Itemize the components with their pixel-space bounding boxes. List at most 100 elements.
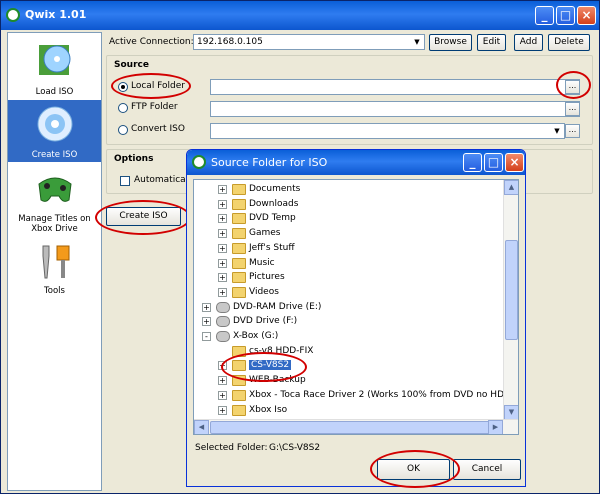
tree-item-label: Downloads: [249, 198, 299, 209]
sidebar: Load ISO Create ISO Manage Titles on Xbo…: [7, 32, 102, 491]
automatically-checkbox[interactable]: [120, 176, 130, 186]
tree-item-label: DVD Drive (F:): [233, 316, 298, 327]
local-folder-field[interactable]: [210, 79, 580, 95]
expand-icon[interactable]: +: [218, 273, 227, 283]
sidebar-item-label: Manage Titles on Xbox Drive: [18, 214, 91, 234]
expand-icon[interactable]: +: [218, 258, 227, 268]
tree-item[interactable]: + DVD Drive (F:): [202, 315, 494, 329]
highlight-selected-folder: [221, 352, 307, 382]
tree-item[interactable]: + Downloads: [218, 198, 494, 212]
expand-icon[interactable]: +: [218, 376, 227, 386]
tree-item[interactable]: + Jeff's Stuff: [218, 242, 494, 256]
scroll-thumb[interactable]: [505, 240, 518, 340]
tree-item-label: Xbox Iso: [249, 404, 288, 415]
tree-item[interactable]: + Xbox - Toca Race Driver 2 (Works 100% f…: [218, 389, 504, 403]
dialog-maximize-button[interactable]: □: [484, 153, 503, 172]
tools-icon: [42, 245, 70, 279]
highlight-create-iso: [95, 200, 191, 235]
edit-button[interactable]: Edit: [477, 34, 506, 51]
active-connection-label: Active Connection:: [109, 37, 194, 47]
h-scroll-thumb[interactable]: [210, 421, 495, 434]
minimize-button[interactable]: _: [535, 6, 554, 25]
source-folder-dialog: Source Folder for ISO _ □ × + Xbox Iso + Xb…: [186, 149, 526, 487]
tree-item[interactable]: + Pictures: [218, 271, 494, 285]
chevron-down-icon[interactable]: ▼: [411, 36, 423, 48]
folder-icon: [232, 257, 246, 269]
expand-icon[interactable]: +: [218, 185, 227, 194]
horizontal-scrollbar[interactable]: ◀ ▶: [194, 419, 518, 434]
ftp-folder-browse-button[interactable]: ...: [565, 102, 580, 116]
scroll-left-icon[interactable]: ◀: [194, 420, 209, 434]
tree-item-label: Games: [249, 228, 281, 239]
expand-icon[interactable]: +: [218, 229, 227, 239]
drive-icon: [216, 316, 230, 328]
expand-icon[interactable]: +: [218, 243, 227, 253]
expand-icon[interactable]: +: [202, 317, 211, 327]
ftp-folder-field[interactable]: [210, 101, 580, 117]
collapse-icon[interactable]: -: [202, 332, 211, 341]
vertical-scrollbar[interactable]: ▲ ▼: [503, 180, 518, 420]
dialog-title: Source Folder for ISO: [211, 156, 328, 169]
scroll-right-icon[interactable]: ▶: [488, 420, 503, 434]
sidebar-item-label: Create ISO: [31, 150, 78, 160]
connection-select[interactable]: 192.168.0.105 ▼: [193, 34, 425, 50]
sidebar-item-manage-titles[interactable]: Manage Titles on Xbox Drive: [8, 164, 101, 236]
highlight-ok: [370, 450, 460, 488]
dialog-minimize-button[interactable]: _: [463, 153, 482, 172]
expand-icon[interactable]: +: [218, 405, 227, 415]
controller-icon: [38, 177, 72, 202]
source-group: Source Local Folder ... FTP Folder ... C…: [106, 55, 593, 145]
expand-icon[interactable]: +: [218, 390, 227, 400]
tree-item[interactable]: + Documents: [218, 183, 494, 197]
options-title: Options: [114, 154, 154, 164]
chevron-down-icon[interactable]: ▼: [551, 125, 563, 137]
tree-item-label: Pictures: [249, 272, 285, 283]
folder-icon: [232, 389, 246, 401]
sidebar-item-label: Tools: [44, 286, 65, 296]
delete-button[interactable]: Delete: [548, 34, 590, 51]
add-button[interactable]: Add: [514, 34, 543, 51]
highlight-browse: [556, 71, 591, 99]
folder-tree[interactable]: + Xbox Iso + Xbox - Toca Race Driver 2 (Wor…: [193, 179, 519, 435]
expand-icon[interactable]: +: [202, 302, 211, 312]
cancel-button[interactable]: Cancel: [453, 459, 521, 480]
ftp-folder-radio[interactable]: [118, 103, 128, 113]
sidebar-item-load-iso[interactable]: Load ISO: [8, 35, 101, 99]
tree-item-label: DVD Temp: [249, 213, 296, 224]
tree-item[interactable]: + Games: [218, 227, 494, 241]
dialog-close-button[interactable]: ×: [505, 153, 524, 172]
disc-icon: [37, 106, 73, 142]
maximize-button[interactable]: □: [556, 6, 575, 25]
convert-iso-radio[interactable]: [118, 125, 128, 135]
tree-item-label: Music: [249, 257, 275, 268]
convert-iso-browse-button[interactable]: ...: [565, 124, 580, 138]
folder-icon: [232, 404, 246, 416]
tree-item[interactable]: + Videos: [218, 286, 494, 300]
folder-icon: [232, 228, 246, 240]
tree-item[interactable]: + Music: [218, 257, 494, 271]
expand-icon[interactable]: +: [218, 287, 227, 297]
load-iso-icon: [39, 45, 71, 75]
sidebar-item-create-iso[interactable]: Create ISO: [8, 100, 101, 162]
source-title: Source: [114, 60, 149, 70]
selected-folder-value: G:\CS-V8S2: [269, 443, 321, 453]
tree-item[interactable]: + Xbox Iso: [218, 404, 494, 418]
ftp-folder-label: FTP Folder: [131, 102, 178, 112]
scroll-down-icon[interactable]: ▼: [504, 405, 518, 420]
folder-icon: [232, 272, 246, 284]
browse-button[interactable]: Browse: [429, 34, 472, 51]
close-button[interactable]: ×: [577, 6, 596, 25]
scroll-up-icon[interactable]: ▲: [504, 180, 518, 195]
tree-item[interactable]: + DVD-RAM Drive (E:): [202, 301, 494, 315]
expand-icon[interactable]: +: [218, 199, 227, 209]
highlight-local-folder: [111, 73, 191, 99]
convert-iso-field[interactable]: ▼: [210, 123, 565, 139]
sidebar-item-tools[interactable]: Tools: [8, 238, 101, 298]
selected-folder-label: Selected Folder:: [195, 443, 268, 453]
tree-item-label: Xbox - Toca Race Driver 2 (Works 100% fr…: [249, 389, 504, 400]
expand-icon[interactable]: +: [218, 214, 227, 224]
convert-iso-label: Convert ISO: [131, 124, 185, 134]
tree-item[interactable]: - X-Box (G:): [202, 330, 494, 344]
tree-item[interactable]: + DVD Temp: [218, 212, 494, 226]
tree-item-label: Jeff's Stuff: [249, 242, 295, 253]
